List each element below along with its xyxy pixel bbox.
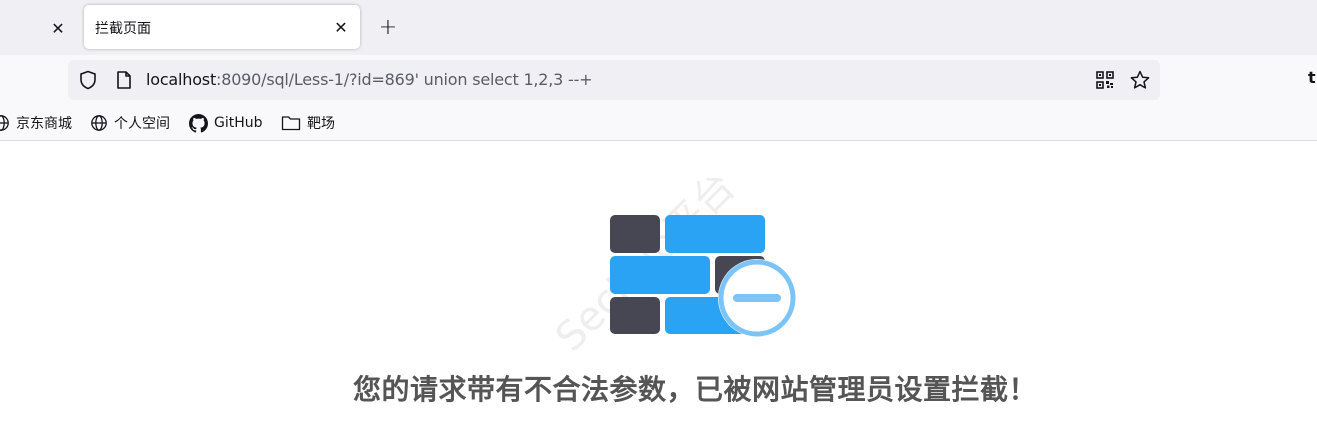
firewall-block-icon [610, 215, 796, 337]
shield-icon[interactable] [78, 70, 98, 90]
bookmark-label: 个人空间 [114, 116, 170, 132]
qr-code-icon[interactable] [1095, 70, 1115, 90]
url-text[interactable]: localhost:8090/sql/Less-1/?id=869' union… [146, 70, 593, 89]
close-icon[interactable]: ✕ [46, 16, 70, 40]
navigation-bar: localhost:8090/sql/Less-1/?id=869' union… [0, 55, 1317, 105]
block-message: 您的请求带有不合法参数，已被网站管理员设置拦截！ [352, 373, 1037, 406]
tab-strip: ✕ 拦截页面 ✕ + [0, 0, 1317, 55]
bookmark-item[interactable]: 个人空间 [90, 113, 170, 133]
bookmark-label: GitHub [214, 115, 263, 131]
tab-active[interactable]: 拦截页面 ✕ [84, 5, 360, 49]
extension-icon[interactable]: t [1308, 68, 1316, 87]
github-icon [189, 113, 208, 133]
bookmark-label: 靶场 [307, 116, 335, 132]
tab-close-button[interactable]: ✕ [329, 15, 353, 39]
bookmarks-bar: 京东商城 个人空间 GitHub 靶场 [0, 105, 1317, 141]
globe-icon [0, 115, 9, 131]
url-path: :8090/sql/Less-1/?id=869' union select 1… [216, 70, 593, 89]
bookmark-item[interactable]: 靶场 [281, 113, 335, 133]
tab-title: 拦截页面 [95, 21, 151, 37]
bookmark-item[interactable]: 京东商城 [0, 113, 72, 133]
page-icon[interactable] [115, 70, 133, 90]
new-tab-button[interactable]: + [376, 15, 400, 40]
bookmark-label: 京东商城 [16, 116, 72, 132]
url-host: localhost [146, 70, 217, 89]
bookmark-item[interactable]: GitHub [189, 113, 263, 133]
globe-icon [91, 115, 107, 131]
bookmark-star-icon[interactable] [1129, 69, 1151, 91]
folder-icon [281, 116, 301, 131]
page-content: SecHub平台 您的请求带有不合法参数，已被网站管理员设置拦截！ [0, 141, 1317, 426]
url-bar[interactable]: localhost:8090/sql/Less-1/?id=869' union… [68, 60, 1160, 100]
